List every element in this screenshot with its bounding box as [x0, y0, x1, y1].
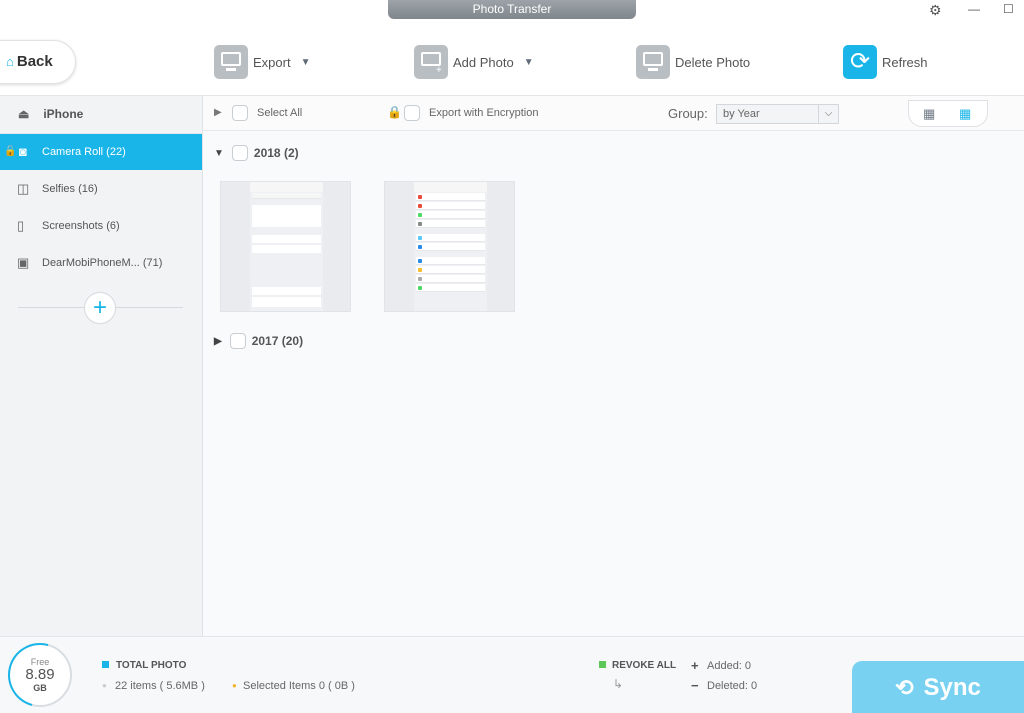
export-button[interactable]: Export ▼ — [214, 44, 310, 80]
export-label: Export — [253, 54, 291, 70]
total-items: 22 items ( 5.6MB ) — [115, 680, 205, 692]
group-select-value: by Year — [723, 108, 760, 120]
items-dot: ● — [102, 681, 107, 690]
window-title: Photo Transfer — [388, 0, 636, 19]
group-checkbox[interactable] — [229, 333, 246, 349]
collapse-icon[interactable]: ▼ — [214, 148, 224, 159]
selfie-icon: ◫ — [17, 181, 30, 196]
sidebar-item-label: Selfies (16) — [42, 183, 98, 195]
group-count: (20) — [281, 334, 304, 348]
sidebar-item-label: DearMobiPhoneM... (71) — [42, 257, 163, 269]
group-year: 2017 — [251, 334, 279, 348]
storage-arc — [0, 631, 84, 713]
deleted-minus-icon: − — [691, 678, 699, 693]
group-label: Group: — [668, 106, 708, 121]
lock-icon: 🔒 — [387, 105, 402, 119]
camera-icon: ◙ — [19, 144, 27, 159]
storage-ring: Free 8.89 GB — [0, 631, 84, 713]
photo-thumbnail[interactable] — [220, 181, 351, 312]
chevron-down-icon: ⌵ — [818, 105, 838, 123]
sidebar-item-album[interactable]: ▣ DearMobiPhoneM... (71) — [0, 245, 202, 281]
sidebar-item-screenshots[interactable]: ▯ Screenshots (6) — [0, 208, 202, 244]
revoke-marker — [599, 661, 606, 668]
footer: Free 8.89 GB TOTAL PHOTO ● 22 items ( 5.… — [0, 631, 1024, 713]
group-checkbox[interactable] — [231, 145, 248, 161]
sync-button[interactable]: ⟲ Sync — [852, 661, 1024, 713]
lock-icon: 🔓 — [4, 146, 17, 157]
photo-thumbnail[interactable] — [384, 181, 515, 312]
eject-icon[interactable]: ⏏ — [18, 107, 29, 121]
sidebar-item-selfies[interactable]: ◫ Selfies (16) — [0, 171, 202, 207]
add-album-button[interactable]: + — [84, 292, 116, 324]
sidebar-item-label: Screenshots (6) — [42, 220, 120, 232]
view-toggle: ▦ ▦ — [908, 100, 988, 127]
title-bar: Photo Transfer ⚙ — ☐ — [0, 0, 1024, 22]
delete-photo-icon — [636, 45, 670, 79]
home-icon: ⌂ — [6, 54, 14, 69]
deleted-count: Deleted: 0 — [707, 680, 758, 692]
back-button[interactable]: ⌂ Back — [0, 40, 76, 84]
refresh-icon: ⟳ — [843, 45, 877, 79]
added-plus-icon: + — [691, 658, 699, 673]
selected-items: Selected Items 0 ( 0B ) — [243, 680, 355, 692]
group-row-2017[interactable]: ▶ 2017 (20) — [214, 332, 303, 350]
export-icon — [214, 45, 248, 79]
settings-gear-icon[interactable]: ⚙ — [929, 2, 942, 19]
add-photo-button[interactable]: + Add Photo ▼ — [414, 44, 534, 80]
selected-dot: ● — [232, 681, 237, 690]
toolbar: ⌂ Back Export ▼ + Add Photo ▼ Delete Phot… — [0, 22, 1024, 96]
maximize-icon[interactable]: ☐ — [1003, 2, 1014, 16]
refresh-button[interactable]: ⟳ Refresh — [843, 44, 928, 80]
added-count: Added: 0 — [707, 660, 752, 672]
expand-all-icon[interactable]: ▶ — [214, 107, 222, 118]
minimize-icon[interactable]: — — [968, 2, 980, 16]
delete-photo-button[interactable]: Delete Photo — [636, 44, 750, 80]
small-grid-view-icon[interactable]: ▦ — [959, 106, 971, 122]
screenshot-preview — [414, 182, 487, 311]
back-label: Back — [16, 53, 53, 70]
export-encryption-checkbox[interactable] — [404, 105, 420, 121]
group-count: (2) — [283, 146, 299, 160]
group-year: 2018 — [253, 146, 281, 160]
add-photo-icon: + — [414, 45, 448, 79]
add-photo-dropdown-icon[interactable]: ▼ — [524, 57, 534, 68]
group-row-2018[interactable]: ▼ 2018 (2) — [214, 144, 299, 162]
total-photo-marker — [102, 661, 109, 668]
refresh-label: Refresh — [882, 54, 928, 70]
filter-bar: ▶ Select All 🔒 Export with Encryption Gr… — [203, 96, 1024, 131]
photo-album-icon: ▣ — [17, 255, 30, 270]
screenshot-preview — [250, 182, 323, 311]
phone-icon: ▯ — [17, 218, 25, 233]
revoke-arrow-icon: ↳ — [613, 677, 624, 691]
select-all-label: Select All — [257, 107, 303, 119]
export-encryption-label: Export with Encryption — [429, 107, 539, 119]
select-all-checkbox[interactable] — [232, 105, 248, 121]
add-photo-label: Add Photo — [453, 54, 514, 70]
sidebar-item-camera-roll[interactable]: 🔓 ◙ Camera Roll (22) — [0, 134, 202, 170]
total-photo-label: TOTAL PHOTO — [116, 660, 187, 671]
export-dropdown-icon[interactable]: ▼ — [301, 57, 311, 68]
sync-icon: ⟲ — [895, 674, 914, 700]
revoke-all-button[interactable]: REVOKE ALL — [612, 660, 676, 671]
device-name: iPhone — [43, 107, 84, 121]
delete-photo-label: Delete Photo — [675, 54, 751, 70]
expand-icon[interactable]: ▶ — [214, 336, 222, 347]
large-grid-view-icon[interactable]: ▦ — [923, 106, 935, 122]
sidebar-item-label: Camera Roll (22) — [42, 146, 126, 158]
device-header[interactable]: ⏏ iPhone — [0, 96, 202, 134]
group-select[interactable]: by Year ⌵ — [716, 104, 839, 124]
sync-label: Sync — [923, 673, 981, 701]
photo-panel: ▶ Select All 🔒 Export with Encryption Gr… — [203, 96, 1024, 636]
sidebar: ⏏ iPhone 🔓 ◙ Camera Roll (22) ◫ Selfies (… — [0, 96, 203, 636]
